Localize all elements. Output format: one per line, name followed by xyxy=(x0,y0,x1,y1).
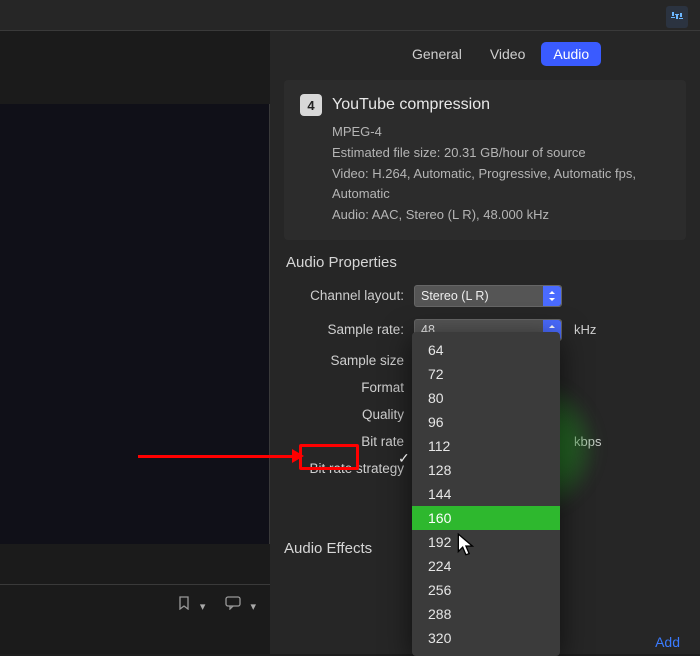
bottom-toolbar xyxy=(0,584,270,624)
bit-rate-dropdown[interactable]: 64 72 80 96 112 128 144 160 192 224 256 … xyxy=(412,332,560,656)
channel-layout-select[interactable]: Stereo (L R) xyxy=(414,285,562,307)
preset-index-badge: 4 xyxy=(300,94,322,116)
quality-label: Quality xyxy=(284,407,414,422)
sample-rate-unit: kHz xyxy=(574,322,596,337)
dropdown-item[interactable]: 288 xyxy=(412,602,560,626)
preview-area xyxy=(0,104,270,544)
preset-container: MPEG-4 xyxy=(332,122,670,143)
dropdown-item[interactable]: 256 xyxy=(412,578,560,602)
preset-video: Video: H.264, Automatic, Progressive, Au… xyxy=(332,164,670,206)
dropdown-item[interactable]: 192 xyxy=(412,530,560,554)
dropdown-item[interactable]: 224 xyxy=(412,554,560,578)
annotation-arrow xyxy=(138,455,296,458)
annotation-highlight xyxy=(299,444,359,470)
preset-size: Estimated file size: 20.31 GB/hour of so… xyxy=(332,143,670,164)
dropdown-item[interactable]: 112 xyxy=(412,434,560,458)
dropdown-item[interactable]: 80 xyxy=(412,386,560,410)
preset-title: YouTube compression xyxy=(332,96,490,114)
bookmark-icon[interactable] xyxy=(177,594,206,615)
checkmark-icon: ✓ xyxy=(398,450,410,467)
comment-icon[interactable] xyxy=(225,594,256,615)
audio-properties-title: Audio Properties xyxy=(286,254,686,271)
dropdown-item[interactable]: 128 xyxy=(412,458,560,482)
inspector-tabs: General Video Audio xyxy=(400,42,601,66)
tab-general[interactable]: General xyxy=(400,42,474,66)
dropdown-item[interactable]: 72 xyxy=(412,362,560,386)
preset-summary-card: 4 YouTube compression MPEG-4 Estimated f… xyxy=(284,80,686,240)
audio-settings-icon[interactable] xyxy=(666,6,688,28)
dropdown-item[interactable]: 144 xyxy=(412,482,560,506)
dropdown-item[interactable]: 64 xyxy=(412,338,560,362)
chevron-updown-icon xyxy=(543,286,561,306)
bit-rate-unit: kbps xyxy=(574,434,601,449)
dropdown-item[interactable]: 320 xyxy=(412,626,560,650)
tab-video[interactable]: Video xyxy=(478,42,538,66)
sample-rate-label: Sample rate: xyxy=(284,322,414,337)
channel-layout-value: Stereo (L R) xyxy=(421,289,489,303)
dropdown-item-selected[interactable]: 160 xyxy=(412,506,560,530)
tab-audio[interactable]: Audio xyxy=(541,42,601,66)
format-label: Format xyxy=(284,380,414,395)
dropdown-item[interactable]: 96 xyxy=(412,410,560,434)
preset-audio: Audio: AAC, Stereo (L R), 48.000 kHz xyxy=(332,205,670,226)
sample-size-label: Sample size xyxy=(284,353,414,368)
channel-layout-label: Channel layout: xyxy=(284,288,414,303)
